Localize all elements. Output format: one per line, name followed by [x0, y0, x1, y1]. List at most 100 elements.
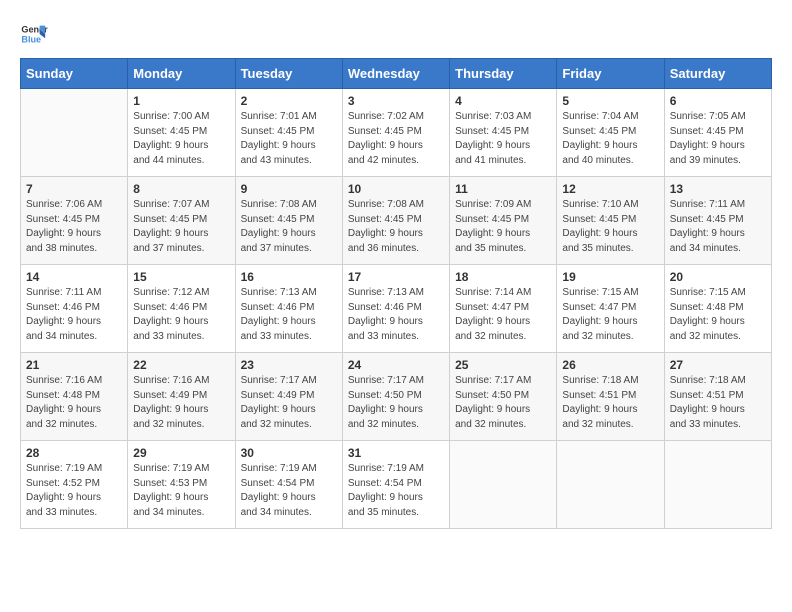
day-info: Sunrise: 7:02 AMSunset: 4:45 PMDaylight:… [348, 110, 444, 168]
header-sunday: Sunday [21, 59, 128, 89]
day-info: Sunrise: 7:10 AMSunset: 4:45 PMDaylight:… [562, 198, 658, 256]
day-cell [21, 89, 128, 177]
day-number: 18 [455, 270, 551, 284]
day-cell: 25 Sunrise: 7:17 AMSunset: 4:50 PMDayligh… [450, 353, 557, 441]
day-cell: 28Sunrise: 7:19 AMSunset: 4:52 PMDayligh… [21, 441, 128, 529]
week-row-5: 28Sunrise: 7:19 AMSunset: 4:52 PMDayligh… [21, 441, 772, 529]
day-cell: 29 Sunrise: 7:19 AMSunset: 4:53 PMDayligh… [128, 441, 235, 529]
day-info: Sunrise: 7:15 AMSunset: 4:47 PMDaylight:… [562, 286, 658, 344]
day-info: Sunrise: 7:17 AMSunset: 4:49 PMDaylight:… [241, 374, 337, 432]
day-cell: 22 Sunrise: 7:16 AMSunset: 4:49 PMDayligh… [128, 353, 235, 441]
day-number: 17 [348, 270, 444, 284]
day-info: Sunrise: 7:06 AMSunset: 4:45 PMDaylight:… [26, 198, 122, 256]
day-info: Sunrise: 7:13 AMSunset: 4:46 PMDaylight:… [348, 286, 444, 344]
day-cell: 6 Sunrise: 7:05 AMSunset: 4:45 PMDaylight… [664, 89, 771, 177]
header-wednesday: Wednesday [342, 59, 449, 89]
day-number: 28 [26, 446, 122, 460]
day-number: 1 [133, 94, 229, 108]
day-cell: 1Sunrise: 7:00 AMSunset: 4:45 PMDaylight… [128, 89, 235, 177]
week-row-2: 7 Sunrise: 7:06 AMSunset: 4:45 PMDaylight… [21, 177, 772, 265]
day-info: Sunrise: 7:17 AMSunset: 4:50 PMDaylight:… [455, 374, 551, 432]
day-cell: 30 Sunrise: 7:19 AMSunset: 4:54 PMDayligh… [235, 441, 342, 529]
day-info: Sunrise: 7:15 AMSunset: 4:48 PMDaylight:… [670, 286, 766, 344]
day-info: Sunrise: 7:05 AMSunset: 4:45 PMDaylight:… [670, 110, 766, 168]
day-number: 24 [348, 358, 444, 372]
day-number: 7 [26, 182, 122, 196]
day-number: 20 [670, 270, 766, 284]
day-cell: 24 Sunrise: 7:17 AMSunset: 4:50 PMDayligh… [342, 353, 449, 441]
day-number: 25 [455, 358, 551, 372]
page-header: General Blue [20, 20, 772, 48]
day-number: 13 [670, 182, 766, 196]
day-info: Sunrise: 7:08 AMSunset: 4:45 PMDaylight:… [241, 198, 337, 256]
day-number: 15 [133, 270, 229, 284]
day-cell [557, 441, 664, 529]
day-cell: 2 Sunrise: 7:01 AMSunset: 4:45 PMDaylight… [235, 89, 342, 177]
day-cell: 12 Sunrise: 7:10 AMSunset: 4:45 PMDayligh… [557, 177, 664, 265]
day-number: 12 [562, 182, 658, 196]
day-info: Sunrise: 7:17 AMSunset: 4:50 PMDaylight:… [348, 374, 444, 432]
day-number: 11 [455, 182, 551, 196]
day-number: 30 [241, 446, 337, 460]
day-info: Sunrise: 7:18 AMSunset: 4:51 PMDaylight:… [670, 374, 766, 432]
day-cell: 10Sunrise: 7:08 AMSunset: 4:45 PMDayligh… [342, 177, 449, 265]
day-cell: 3 Sunrise: 7:02 AMSunset: 4:45 PMDaylight… [342, 89, 449, 177]
day-cell: 27Sunrise: 7:18 AMSunset: 4:51 PMDayligh… [664, 353, 771, 441]
day-number: 21 [26, 358, 122, 372]
day-info: Sunrise: 7:11 AMSunset: 4:45 PMDaylight:… [670, 198, 766, 256]
day-number: 22 [133, 358, 229, 372]
day-cell: 31 Sunrise: 7:19 AMSunset: 4:54 PMDayligh… [342, 441, 449, 529]
day-info: Sunrise: 7:16 AMSunset: 4:48 PMDaylight:… [26, 374, 122, 432]
day-info: Sunrise: 7:16 AMSunset: 4:49 PMDaylight:… [133, 374, 229, 432]
day-info: Sunrise: 7:11 AMSunset: 4:46 PMDaylight:… [26, 286, 122, 344]
day-cell [450, 441, 557, 529]
day-number: 16 [241, 270, 337, 284]
day-info: Sunrise: 7:01 AMSunset: 4:45 PMDaylight:… [241, 110, 337, 168]
day-info: Sunrise: 7:13 AMSunset: 4:46 PMDaylight:… [241, 286, 337, 344]
day-cell: 16 Sunrise: 7:13 AMSunset: 4:46 PMDayligh… [235, 265, 342, 353]
week-row-3: 14 Sunrise: 7:11 AMSunset: 4:46 PMDayligh… [21, 265, 772, 353]
day-info: Sunrise: 7:03 AMSunset: 4:45 PMDaylight:… [455, 110, 551, 168]
header-saturday: Saturday [664, 59, 771, 89]
day-number: 29 [133, 446, 229, 460]
day-info: Sunrise: 7:12 AMSunset: 4:46 PMDaylight:… [133, 286, 229, 344]
logo-icon: General Blue [20, 20, 48, 48]
day-info: Sunrise: 7:08 AMSunset: 4:45 PMDaylight:… [348, 198, 444, 256]
day-info: Sunrise: 7:07 AMSunset: 4:45 PMDaylight:… [133, 198, 229, 256]
day-info: Sunrise: 7:14 AMSunset: 4:47 PMDaylight:… [455, 286, 551, 344]
day-info: Sunrise: 7:04 AMSunset: 4:45 PMDaylight:… [562, 110, 658, 168]
day-cell: 26Sunrise: 7:18 AMSunset: 4:51 PMDayligh… [557, 353, 664, 441]
header-thursday: Thursday [450, 59, 557, 89]
day-number: 8 [133, 182, 229, 196]
day-number: 3 [348, 94, 444, 108]
day-cell: 20 Sunrise: 7:15 AMSunset: 4:48 PMDayligh… [664, 265, 771, 353]
day-cell: 13 Sunrise: 7:11 AMSunset: 4:45 PMDayligh… [664, 177, 771, 265]
day-cell: 8 Sunrise: 7:07 AMSunset: 4:45 PMDaylight… [128, 177, 235, 265]
header-friday: Friday [557, 59, 664, 89]
day-cell: 19 Sunrise: 7:15 AMSunset: 4:47 PMDayligh… [557, 265, 664, 353]
logo: General Blue [20, 20, 48, 48]
day-number: 19 [562, 270, 658, 284]
day-info: Sunrise: 7:19 AMSunset: 4:54 PMDaylight:… [348, 462, 444, 520]
day-cell: 17 Sunrise: 7:13 AMSunset: 4:46 PMDayligh… [342, 265, 449, 353]
day-cell: 21 Sunrise: 7:16 AMSunset: 4:48 PMDayligh… [21, 353, 128, 441]
day-info: Sunrise: 7:19 AMSunset: 4:54 PMDaylight:… [241, 462, 337, 520]
day-cell [664, 441, 771, 529]
calendar-table: SundayMondayTuesdayWednesdayThursdayFrid… [20, 58, 772, 529]
header-tuesday: Tuesday [235, 59, 342, 89]
week-row-1: 1Sunrise: 7:00 AMSunset: 4:45 PMDaylight… [21, 89, 772, 177]
day-cell: 4 Sunrise: 7:03 AMSunset: 4:45 PMDaylight… [450, 89, 557, 177]
day-number: 2 [241, 94, 337, 108]
day-cell: 18 Sunrise: 7:14 AMSunset: 4:47 PMDayligh… [450, 265, 557, 353]
day-number: 4 [455, 94, 551, 108]
day-cell: 14 Sunrise: 7:11 AMSunset: 4:46 PMDayligh… [21, 265, 128, 353]
day-number: 14 [26, 270, 122, 284]
day-cell: 5Sunrise: 7:04 AMSunset: 4:45 PMDaylight… [557, 89, 664, 177]
day-number: 9 [241, 182, 337, 196]
week-row-4: 21 Sunrise: 7:16 AMSunset: 4:48 PMDayligh… [21, 353, 772, 441]
day-cell: 23Sunrise: 7:17 AMSunset: 4:49 PMDayligh… [235, 353, 342, 441]
day-info: Sunrise: 7:19 AMSunset: 4:53 PMDaylight:… [133, 462, 229, 520]
day-number: 6 [670, 94, 766, 108]
day-number: 31 [348, 446, 444, 460]
day-cell: 9 Sunrise: 7:08 AMSunset: 4:45 PMDaylight… [235, 177, 342, 265]
